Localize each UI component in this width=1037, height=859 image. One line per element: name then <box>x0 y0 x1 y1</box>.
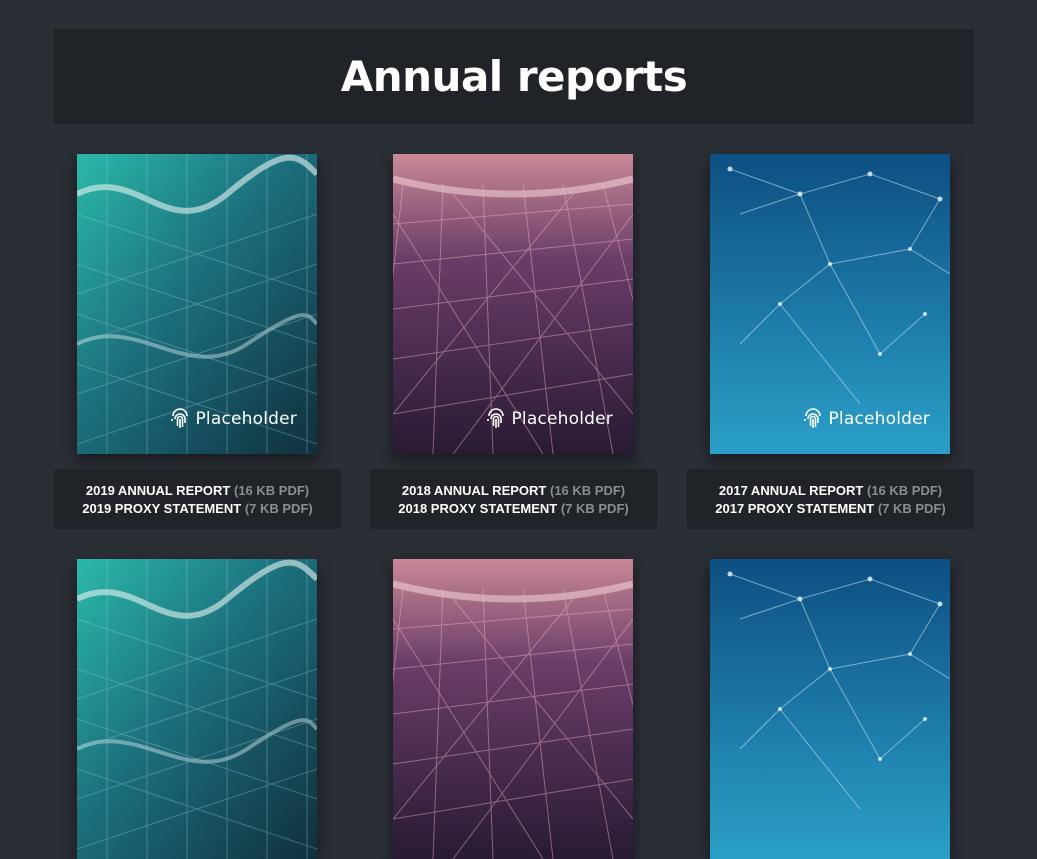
report-cover[interactable] <box>393 559 633 859</box>
fingerprint-icon <box>487 408 505 428</box>
report-cover-2018[interactable]: Placeholder <box>393 154 633 454</box>
fingerprint-icon <box>804 408 822 428</box>
report-cover[interactable] <box>77 559 317 859</box>
report-cover[interactable] <box>710 559 950 859</box>
cover-art-purple <box>393 559 633 859</box>
page-title: Annual reports <box>340 52 688 101</box>
report-cover-2019[interactable]: Placeholder <box>77 154 317 454</box>
fingerprint-icon <box>171 408 189 428</box>
cover-art-blue <box>710 559 950 859</box>
cover-art-teal <box>77 559 317 859</box>
report-links: 2019 ANNUAL REPORT (16 KB PDF) 2019 PROX… <box>54 469 341 529</box>
cover-brand: Placeholder <box>485 408 613 430</box>
proxy-statement-link[interactable]: 2019 PROXY STATEMENT (7 KB PDF) <box>82 501 312 516</box>
cover-brand: Placeholder <box>802 408 930 430</box>
report-cover-2017[interactable]: Placeholder <box>710 154 950 454</box>
annual-report-link[interactable]: 2019 ANNUAL REPORT (16 KB PDF) <box>86 483 309 498</box>
cover-brand: Placeholder <box>169 408 297 430</box>
report-links: 2017 ANNUAL REPORT (16 KB PDF) 2017 PROX… <box>687 469 974 529</box>
report-links: 2018 ANNUAL REPORT (16 KB PDF) 2018 PROX… <box>370 469 657 529</box>
annual-report-link[interactable]: 2018 ANNUAL REPORT (16 KB PDF) <box>402 483 625 498</box>
proxy-statement-link[interactable]: 2017 PROXY STATEMENT (7 KB PDF) <box>715 501 945 516</box>
annual-report-link[interactable]: 2017 ANNUAL REPORT (16 KB PDF) <box>719 483 942 498</box>
page-header: Annual reports <box>54 29 974 124</box>
proxy-statement-link[interactable]: 2018 PROXY STATEMENT (7 KB PDF) <box>398 501 628 516</box>
